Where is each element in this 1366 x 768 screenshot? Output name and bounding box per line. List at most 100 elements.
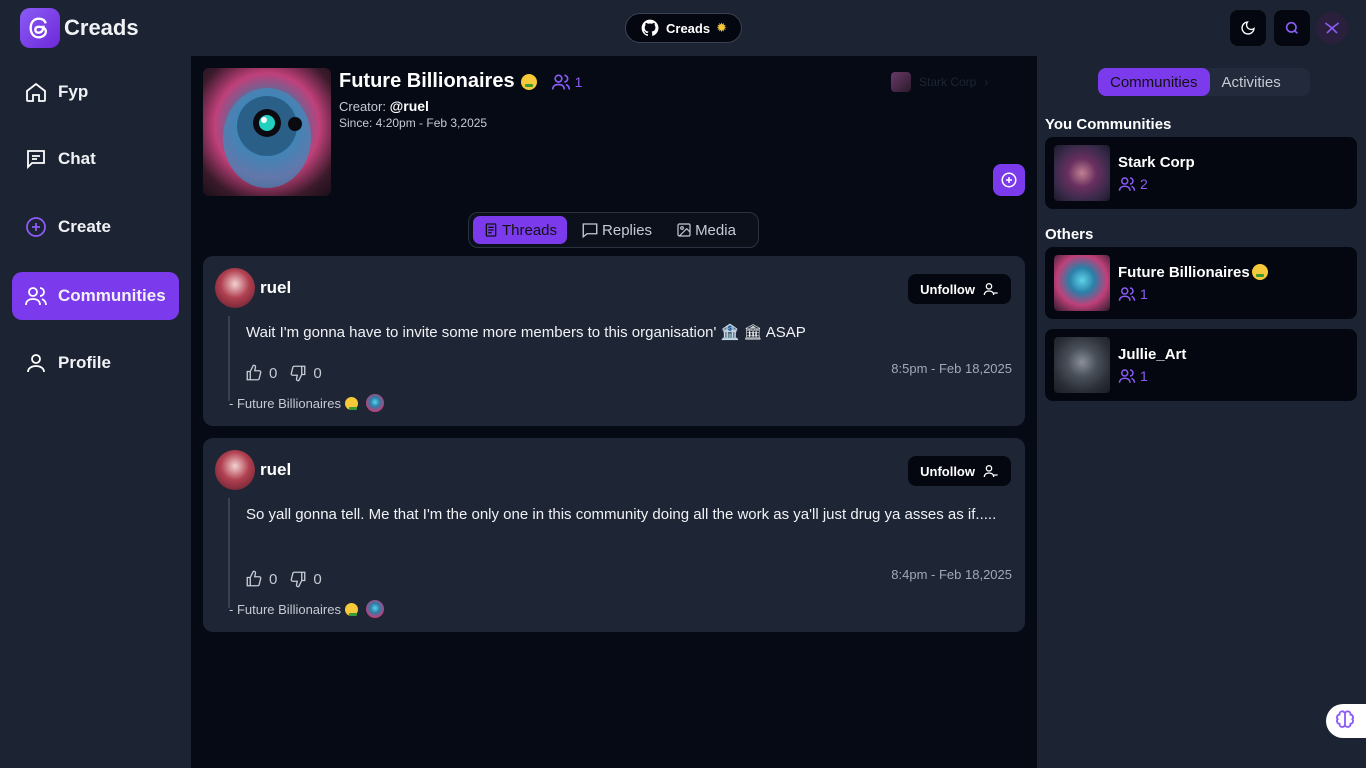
like-count: 0 — [269, 570, 278, 588]
thread-post: ruel Unfollow So yall gonna tell. Me tha… — [203, 438, 1025, 632]
post-community-link[interactable]: - Future Billionaires — [229, 394, 384, 412]
like-count: 0 — [269, 364, 278, 382]
community-card-jullie-art[interactable]: Jullie_Art 1 — [1045, 329, 1357, 401]
thread-post: ruel Unfollow Wait I'm gonna have to inv… — [203, 256, 1025, 426]
post-username[interactable]: ruel — [260, 278, 291, 298]
plus-circle-icon — [26, 217, 46, 237]
post-reactions: 0 0 — [245, 364, 322, 382]
sidebar-item-label: Fyp — [58, 82, 89, 101]
post-time: 8:5pm - Feb 18,2025 — [891, 361, 1012, 376]
post-time: 8:4pm - Feb 18,2025 — [891, 567, 1012, 582]
sidebar-item-fyp[interactable]: Fyp — [12, 68, 179, 116]
tab-threads[interactable]: Threads — [473, 216, 568, 244]
tab-communities[interactable]: Communities — [1098, 68, 1210, 96]
community-name: Stark Corp — [1118, 153, 1195, 171]
github-button[interactable]: Creads ✹ — [625, 13, 742, 43]
sidebar-item-communities[interactable]: Communities — [12, 272, 179, 320]
money-face-emoji — [345, 396, 358, 410]
your-communities-heading: You Communities — [1045, 116, 1172, 133]
dislike-count: 0 — [313, 570, 322, 588]
post-text: So yall gonna tell. Me that I'm the only… — [246, 506, 997, 523]
thread-line — [228, 316, 230, 401]
sidebar-item-profile[interactable]: Profile — [12, 339, 179, 387]
top-bar: Creads Creads ✹ — [0, 0, 1366, 56]
main-content: Future Billionaires 1 Creator: @ruel Sin… — [191, 56, 1037, 768]
user-minus-icon — [983, 283, 998, 296]
users-icon — [1118, 176, 1136, 191]
community-owner[interactable]: Stark Corp › — [891, 72, 988, 92]
search-button[interactable] — [1274, 10, 1310, 46]
sidebar: Fyp Chat Create Communities Profile — [0, 56, 191, 768]
post-username[interactable]: ruel — [260, 460, 291, 480]
user-icon — [27, 354, 45, 373]
community-avatar — [203, 68, 331, 196]
thumbs-down-icon[interactable] — [289, 570, 307, 588]
sidebar-item-label: Create — [58, 217, 111, 236]
content-tabs: Threads Replies Media — [468, 212, 759, 248]
others-heading: Others — [1045, 226, 1094, 243]
owner-avatar — [891, 72, 911, 92]
community-card-future-billionaires[interactable]: Future Billionaires 1 — [1045, 247, 1357, 319]
avatar-logo-icon — [1324, 22, 1340, 34]
users-icon — [1118, 286, 1136, 301]
thumbs-down-icon[interactable] — [289, 364, 307, 382]
moon-icon — [1241, 21, 1255, 35]
community-mini-avatar — [366, 394, 384, 412]
home-icon — [26, 82, 46, 102]
community-members: 1 — [1118, 367, 1186, 385]
thread-line — [228, 498, 230, 608]
right-sidebar: Communities Activities You Communities S… — [1037, 56, 1366, 768]
post-avatar[interactable] — [215, 450, 255, 490]
search-icon — [1285, 21, 1298, 34]
sidebar-item-label: Chat — [58, 149, 96, 168]
message-square-icon — [582, 223, 598, 239]
community-title: Future Billionaires — [339, 70, 515, 92]
sidebar-item-chat[interactable]: Chat — [12, 135, 179, 183]
theme-toggle-button[interactable] — [1230, 10, 1266, 46]
users-icon — [1118, 368, 1136, 383]
tab-media[interactable]: Media — [666, 216, 746, 244]
community-mini-avatar — [366, 600, 384, 618]
community-since: Since: 4:20pm - Feb 3,2025 — [339, 116, 488, 130]
add-thread-button[interactable] — [993, 164, 1025, 196]
app-logo[interactable]: Creads — [20, 8, 139, 48]
dislike-count: 0 — [313, 364, 322, 382]
community-creator: Creator: @ruel — [339, 98, 429, 114]
creator-handle[interactable]: @ruel — [390, 98, 429, 114]
right-tabs: Communities Activities — [1098, 68, 1310, 96]
tab-replies[interactable]: Replies — [571, 216, 662, 244]
chat-icon — [27, 150, 45, 170]
sidebar-item-create[interactable]: Create — [12, 203, 179, 251]
github-icon — [641, 19, 659, 36]
user-avatar[interactable] — [1316, 12, 1348, 44]
thumbs-up-icon[interactable] — [245, 364, 263, 382]
community-thumbnail — [1054, 255, 1110, 311]
users-icon — [25, 287, 47, 306]
app-name: Creads — [64, 15, 139, 40]
community-name: Future Billionaires — [1118, 264, 1268, 281]
sun-icon: ✹ — [716, 20, 727, 35]
money-face-emoji — [520, 73, 537, 90]
unfollow-button[interactable]: Unfollow — [908, 456, 1011, 486]
threads-logo-icon — [20, 8, 60, 48]
post-community-link[interactable]: - Future Billionaires — [229, 600, 384, 618]
sidebar-item-label: Communities — [58, 286, 166, 305]
users-icon — [551, 74, 570, 90]
post-text: Wait I'm gonna have to invite some more … — [246, 324, 806, 341]
community-thumbnail — [1054, 145, 1110, 201]
community-name: Jullie_Art — [1118, 345, 1187, 363]
unfollow-button[interactable]: Unfollow — [908, 274, 1011, 304]
plus-circle-icon — [1001, 172, 1017, 188]
chevron-icon: › — [984, 75, 989, 89]
community-members: 1 — [1118, 285, 1268, 303]
post-reactions: 0 0 — [245, 570, 322, 588]
owner-name: Stark Corp — [919, 75, 977, 89]
sidebar-item-label: Profile — [58, 353, 111, 372]
thumbs-up-icon[interactable] — [245, 570, 263, 588]
community-card-stark-corp[interactable]: Stark Corp 2 — [1045, 137, 1357, 209]
post-avatar[interactable] — [215, 268, 255, 308]
document-icon — [485, 223, 497, 237]
community-member-count[interactable]: 1 — [551, 72, 582, 92]
ai-assistant-button[interactable] — [1326, 704, 1366, 738]
tab-activities[interactable]: Activities — [1210, 68, 1293, 96]
